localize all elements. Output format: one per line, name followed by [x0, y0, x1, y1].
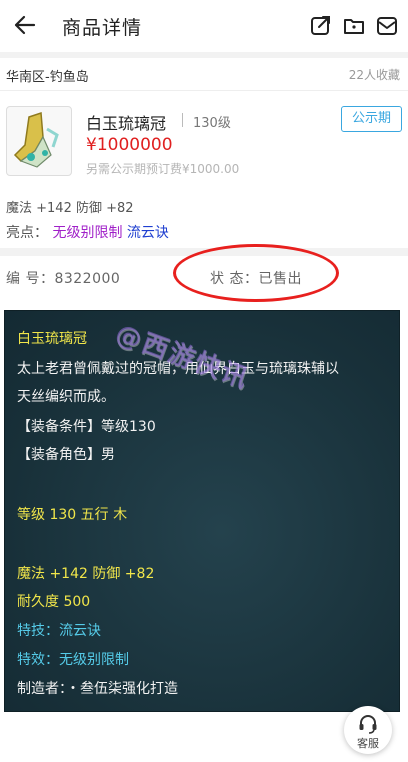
detail-special-skill: 特技：流云诀	[17, 623, 101, 639]
favorite-count[interactable]: 22人收藏	[349, 66, 400, 83]
divider	[0, 90, 408, 91]
customer-service-label: 客服	[357, 737, 379, 750]
detail-requirement-level: 【装备条件】等级130	[17, 419, 156, 435]
server-row: 华南区-钓鱼岛 22人收藏	[0, 58, 408, 90]
serial-number: 编 号：8322000	[6, 271, 121, 287]
highlight-skill: 流云诀	[126, 225, 169, 241]
app-header: 商品详情	[0, 0, 408, 52]
headset-icon	[359, 715, 377, 734]
separator	[182, 113, 183, 127]
reservation-fee: 另需公示期预订费¥1000.00	[86, 162, 240, 176]
server-region: 华南区-钓鱼岛	[6, 70, 89, 85]
customer-service-button[interactable]: 客服	[344, 706, 392, 754]
status-badge: 公示期	[341, 106, 402, 132]
detail-durability: 耐久度 500	[17, 594, 91, 610]
highlights: 亮点： 无级别限制 流云诀	[6, 222, 169, 242]
page-title: 商品详情	[62, 17, 143, 39]
item-name: 白玉琉璃冠	[86, 114, 167, 133]
crown-item-icon	[13, 111, 59, 168]
item-price: ¥1000000	[86, 135, 173, 155]
detail-requirement-role: 【装备角色】男	[17, 447, 115, 463]
detail-level-element: 等级 130 五行 木	[17, 507, 128, 523]
highlight-no-level-limit: 无级别限制	[52, 225, 123, 241]
detail-special-effect: 特效：无级别限制	[17, 652, 129, 668]
detail-description: 天丝编织而成。	[17, 389, 115, 405]
folder-icon[interactable]	[343, 15, 365, 37]
detail-maker: 制造者：・叁伍柒强化打造	[17, 681, 178, 697]
item-attributes: 魔法 +142 防御 +82	[6, 201, 134, 216]
detail-item-name: 白玉琉璃冠	[17, 331, 87, 347]
detail-stats: 魔法 +142 防御 +82	[17, 566, 155, 582]
mail-icon[interactable]	[376, 15, 398, 37]
annotation-circle	[173, 244, 339, 302]
item-thumbnail[interactable]	[6, 106, 72, 176]
back-arrow-icon[interactable]	[12, 12, 38, 38]
share-icon[interactable]	[310, 15, 332, 37]
item-level: 130级	[193, 116, 231, 131]
highlights-label: 亮点：	[6, 225, 48, 241]
